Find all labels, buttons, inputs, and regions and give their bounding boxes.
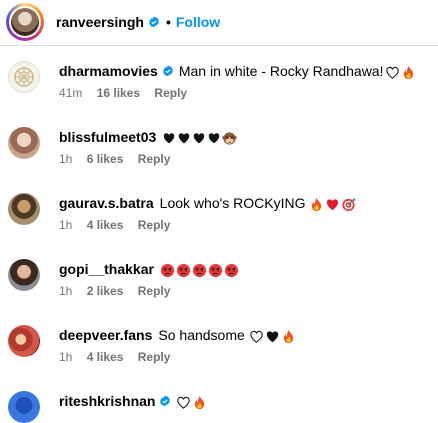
comment-time[interactable]: 1h xyxy=(59,218,72,232)
black-heart-icon xyxy=(164,133,175,144)
commenter-avatar[interactable] xyxy=(8,391,40,423)
commenter-avatar[interactable] xyxy=(8,259,40,291)
verified-badge-icon xyxy=(162,65,173,77)
angry-face-icon xyxy=(224,263,238,277)
reply-button[interactable]: Reply xyxy=(138,350,171,364)
comment-text: Man in white - Rocky Randhawa! xyxy=(178,63,384,79)
comment-meta: 1h 4 likes Reply xyxy=(59,218,181,232)
black-heart-icon xyxy=(266,331,278,342)
comment-item: gaurav.s.batra Look who's ROCKyING 1h 4 … xyxy=(0,193,438,257)
verified-badge-icon xyxy=(160,395,171,407)
black-heart-icon xyxy=(179,133,190,144)
comment-item: dharmamovies Man in white - Rocky Randha… xyxy=(0,61,438,125)
comment-meta: 41m 16 likes Reply xyxy=(59,86,198,100)
comment-likes[interactable]: 4 likes xyxy=(87,350,124,364)
angry-face-icon xyxy=(176,263,190,277)
white-heart-icon xyxy=(386,66,400,79)
comment-content: riteshkrishnan xyxy=(59,392,207,410)
reply-button[interactable]: Reply xyxy=(154,86,187,100)
comment-content: deepveer.fans So handsome xyxy=(59,326,296,344)
post-author-avatar[interactable] xyxy=(6,3,44,41)
commenter-username[interactable]: deepveer.fans xyxy=(59,326,152,344)
comment-content: gaurav.s.batra Look who's ROCKyING xyxy=(59,194,356,212)
fire-icon xyxy=(311,197,321,211)
comment-item: riteshkrishnan xyxy=(0,391,438,423)
reply-button[interactable]: Reply xyxy=(138,218,171,232)
post-author-line: ranveersingh • Follow xyxy=(56,13,220,31)
comment-likes[interactable]: 2 likes xyxy=(87,284,124,298)
comment-meta: 1h 4 likes Reply xyxy=(59,350,181,364)
verified-badge-icon xyxy=(148,16,159,28)
commenter-avatar[interactable] xyxy=(8,193,40,225)
comment-likes[interactable]: 4 likes xyxy=(87,218,124,232)
reply-button[interactable]: Reply xyxy=(138,284,171,298)
black-heart-icon xyxy=(209,133,220,144)
angry-face-icon xyxy=(208,263,222,277)
fire-icon xyxy=(404,65,414,79)
comment-meta: 1h 6 likes Reply xyxy=(59,152,181,166)
comment-time[interactable]: 1h xyxy=(59,284,72,298)
comment-text: Look who's ROCKyING xyxy=(159,195,306,211)
fire-icon xyxy=(283,329,293,343)
dharma-logo-avatar xyxy=(8,61,40,93)
comment-content: dharmamovies Man in white - Rocky Randha… xyxy=(59,62,416,80)
commenter-username[interactable]: gaurav.s.batra xyxy=(59,194,154,212)
comment-likes[interactable]: 6 likes xyxy=(87,152,124,166)
reply-button[interactable]: Reply xyxy=(138,152,171,166)
comment-time[interactable]: 1h xyxy=(59,350,72,364)
commenter-username[interactable]: blissfulmeet03 xyxy=(59,128,156,146)
comment-item: gopi__thakkar 1h 2 likes Reply xyxy=(0,259,438,323)
post-header: ranveersingh • Follow xyxy=(0,0,438,46)
fire-icon xyxy=(195,395,205,409)
commenter-username[interactable]: dharmamovies xyxy=(59,62,158,80)
comment-content: blissfulmeet03 xyxy=(59,128,237,146)
angry-face-icon xyxy=(192,263,206,277)
commenter-username[interactable]: riteshkrishnan xyxy=(59,392,155,410)
post-author-username[interactable]: ranveersingh xyxy=(56,13,144,31)
comment-text: So handsome xyxy=(158,327,245,343)
commenter-avatar[interactable] xyxy=(8,325,40,357)
commenter-username[interactable]: gopi__thakkar xyxy=(59,260,154,278)
black-heart-icon xyxy=(194,133,205,144)
white-heart-icon xyxy=(177,396,191,409)
follow-button[interactable]: Follow xyxy=(176,13,220,31)
comment-likes[interactable]: 16 likes xyxy=(97,86,140,100)
comment-item: deepveer.fans So handsome 1h 4 likes Rep… xyxy=(0,325,438,389)
comment-meta: 1h 2 likes Reply xyxy=(59,284,181,298)
comment-time[interactable]: 41m xyxy=(59,86,82,100)
white-heart-icon xyxy=(250,330,263,343)
commenter-avatar[interactable] xyxy=(8,61,40,93)
direct-hit-icon xyxy=(341,198,355,211)
comment-item: blissfulmeet03 1h 6 likes Reply xyxy=(0,127,438,191)
angry-face-icon xyxy=(160,263,174,277)
separator-dot: • xyxy=(165,14,171,30)
red-heart-icon xyxy=(326,199,338,210)
see-no-evil-monkey-icon xyxy=(222,132,237,145)
comment-time[interactable]: 1h xyxy=(59,152,72,166)
commenter-avatar[interactable] xyxy=(8,127,40,159)
comment-content: gopi__thakkar xyxy=(59,260,239,278)
